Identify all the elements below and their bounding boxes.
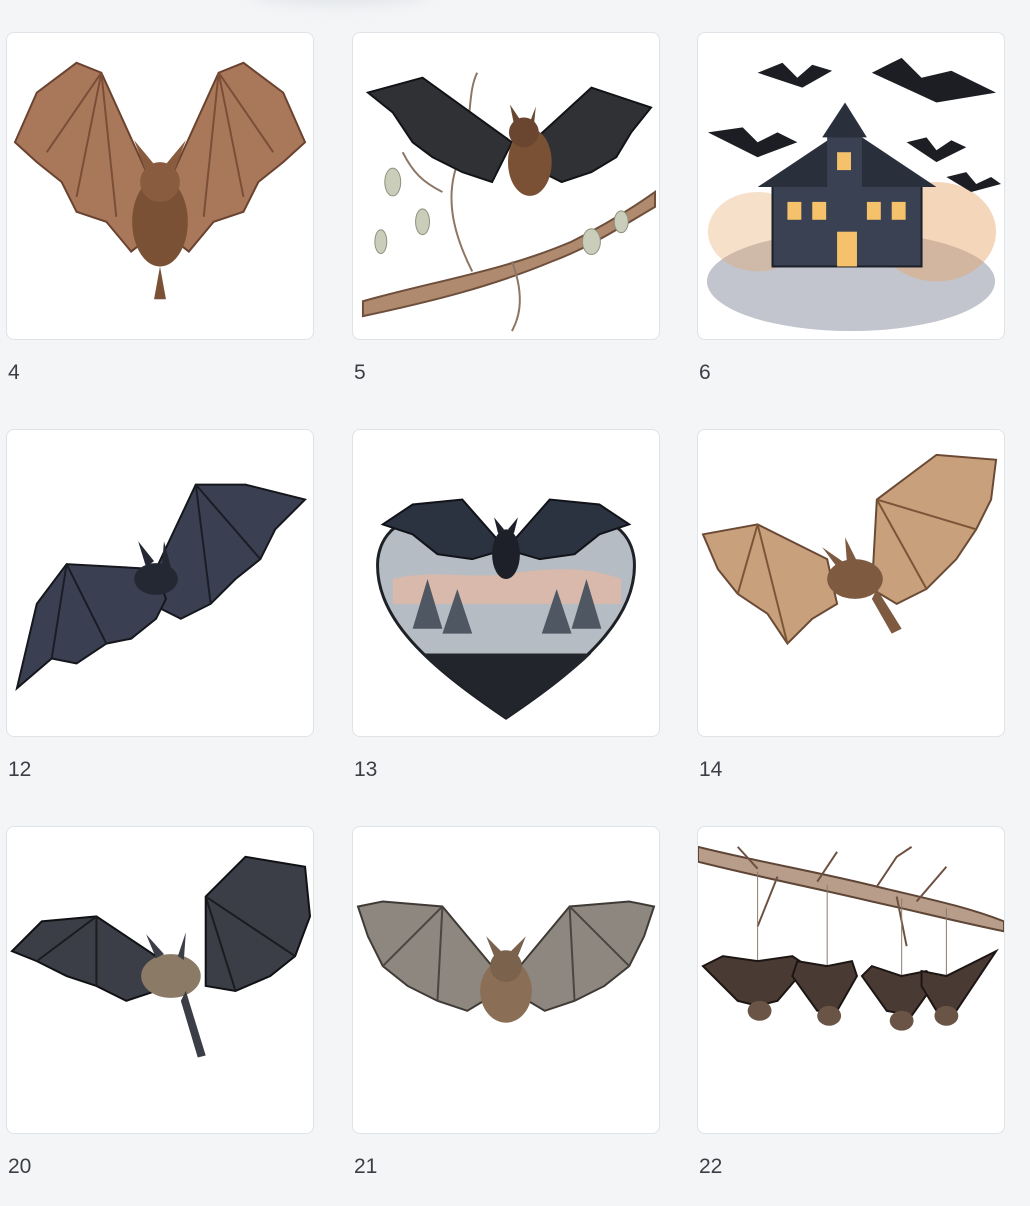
image-card-22[interactable] [697,826,1005,1134]
item-number: 14 [699,758,723,781]
item-number: 13 [354,758,378,781]
image-card-12[interactable] [6,429,314,737]
bat-illustration-5 [361,72,657,332]
image-card-14[interactable] [697,429,1005,737]
bat-illustration-12 [15,483,307,692]
item-number: 22 [699,1155,723,1178]
image-card-21[interactable] [352,826,660,1134]
item-number: 4 [8,361,20,384]
image-card-4[interactable] [6,32,314,340]
bat-illustration-4 [13,61,307,300]
image-card-13[interactable] [352,429,660,737]
haunted-house-illustration [706,57,1002,332]
image-card-20[interactable] [6,826,314,1134]
image-grid: 4 5 6 12 13 14 20 21 22 [0,0,1030,1206]
item-number: 6 [699,361,711,384]
bat-illustration-21 [356,900,656,1023]
bat-illustration-14 [701,453,998,646]
heart-forest-illustration [376,498,636,720]
image-card-5[interactable] [352,32,660,340]
item-number: 20 [8,1155,32,1178]
item-number: 21 [354,1155,378,1178]
image-card-6[interactable] [697,32,1005,340]
item-number: 5 [354,361,366,384]
item-number: 12 [8,758,32,781]
hanging-bats-illustration [698,845,1004,1031]
bat-illustration-20 [10,855,312,1058]
